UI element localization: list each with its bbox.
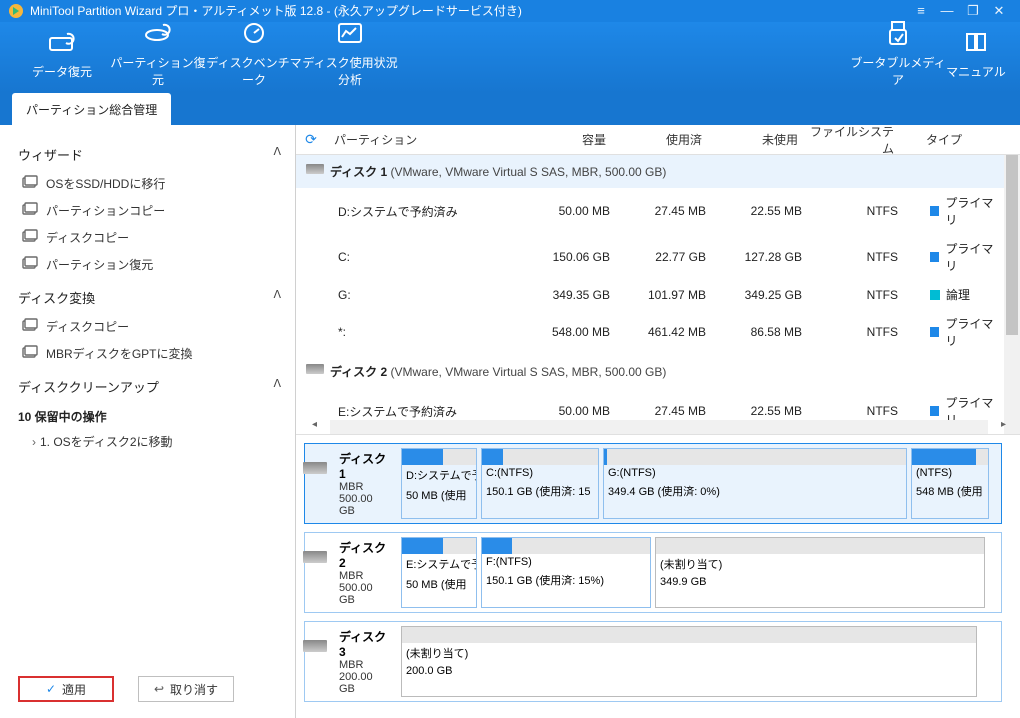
chevron-up-icon: ᐱ — [273, 377, 281, 396]
maximize-button[interactable]: ❐ — [960, 3, 986, 19]
wizard-item-3[interactable]: パーティション復元 — [18, 251, 281, 278]
partition-row[interactable]: F:150.06 GB22.77 GB127.28 GBNTFSプライマリ — [296, 434, 1020, 435]
partition-box[interactable]: E:システムで予50 MB (使用 — [401, 537, 477, 608]
col-partition: パーティション — [326, 131, 506, 148]
disk-map: ディスク 1MBR500.00 GBD:システムで予50 MB (使用C:(NT… — [296, 435, 1020, 718]
disk-card[interactable]: ディスク 3MBR200.00 GB(未割り当て)200.0 GB — [304, 621, 1002, 702]
main-toolbar: データ復元 パーティション復元 ディスクベンチマーク ディスク使用状況分析 ブー… — [0, 22, 1020, 93]
refresh-icon[interactable]: ⟳ — [296, 131, 326, 148]
tool-label: ディスクベンチマーク — [206, 54, 302, 88]
disk-icon — [303, 640, 327, 652]
convert-item-1[interactable]: MBRディスクをGPTに変換 — [18, 340, 281, 367]
partition-row[interactable]: D:システムで予約済み50.00 MB27.45 MB22.55 MBNTFSプ… — [296, 188, 1020, 234]
table-header: ⟳ パーティション 容量 使用済 未使用 ファイルシステム タイプ — [296, 125, 1020, 155]
partition-row[interactable]: *:548.00 MB461.42 MB86.58 MBNTFSプライマリ — [296, 309, 1020, 355]
group-label: ディスク変換 — [18, 288, 95, 307]
tool-benchmark[interactable]: ディスクベンチマーク — [206, 22, 302, 88]
tool-label: パーティション復元 — [110, 54, 206, 88]
minimize-button[interactable]: — — [934, 3, 960, 18]
disk-icon — [306, 364, 324, 374]
wizard-item-0[interactable]: OSをSSD/HDDに移行 — [18, 170, 281, 197]
chevron-up-icon: ᐱ — [273, 288, 281, 307]
disk-icon — [306, 164, 324, 174]
manual-icon — [962, 31, 990, 53]
group-wizard[interactable]: ウィザード ᐱ — [18, 135, 281, 170]
partition-recovery-icon — [144, 22, 172, 44]
group-convert[interactable]: ディスク変換 ᐱ — [18, 278, 281, 313]
tool-label: ディスク使用状況分析 — [302, 54, 398, 88]
bootable-icon — [884, 22, 912, 44]
tabstrip: パーティション総合管理 — [0, 93, 1020, 125]
partition-row[interactable]: C:150.06 GB22.77 GB127.28 GBNTFSプライマリ — [296, 234, 1020, 280]
menu-icon[interactable]: ≡ — [908, 3, 934, 18]
partition-list: ディスク 1 (VMware, VMware Virtual S SAS, MB… — [296, 155, 1020, 435]
action-icon — [22, 175, 38, 189]
pending-ops-header: 10 保留中の操作 — [18, 402, 281, 429]
partition-box[interactable]: D:システムで予50 MB (使用 — [401, 448, 477, 519]
partition-box[interactable]: (未割り当て)200.0 GB — [401, 626, 977, 697]
horizontal-scrollbar[interactable] — [330, 420, 988, 434]
disk-card[interactable]: ディスク 1MBR500.00 GBD:システムで予50 MB (使用C:(NT… — [304, 443, 1002, 524]
tool-label: ブータブルメディア — [850, 54, 946, 88]
tool-data-recovery[interactable]: データ復元 — [14, 31, 110, 80]
group-label: ウィザード — [18, 145, 83, 164]
pending-item[interactable]: ›1. OSをディスク2に移動 — [18, 429, 281, 454]
tab-partition-management[interactable]: パーティション総合管理 — [12, 93, 171, 125]
partition-box[interactable]: (NTFS)548 MB (使用 — [911, 448, 989, 519]
disk-icon — [303, 551, 327, 563]
disk-header-row[interactable]: ディスク 2 (VMware, VMware Virtual S SAS, MB… — [296, 355, 1020, 388]
group-cleanup[interactable]: ディスククリーンアップ ᐱ — [18, 367, 281, 402]
undo-button[interactable]: ↩取り消す — [138, 676, 234, 702]
vertical-scrollbar[interactable] — [1004, 155, 1020, 434]
close-button[interactable]: ✕ — [986, 3, 1012, 19]
data-recovery-icon — [48, 31, 76, 53]
action-icon — [22, 229, 38, 243]
sidebar: ウィザード ᐱ OSをSSD/HDDに移行パーティションコピーディスクコピーパーテ… — [0, 125, 296, 718]
chevron-up-icon: ᐱ — [273, 145, 281, 164]
disk-icon — [303, 462, 327, 474]
wizard-item-2[interactable]: ディスクコピー — [18, 224, 281, 251]
partition-row[interactable]: G:349.35 GB101.97 MB349.25 GBNTFS論理 — [296, 280, 1020, 309]
benchmark-icon — [240, 22, 268, 44]
col-type: タイプ — [918, 131, 998, 148]
tool-label: マニュアル — [946, 63, 1006, 80]
action-icon — [22, 318, 38, 332]
tool-disk-usage[interactable]: ディスク使用状況分析 — [302, 22, 398, 88]
group-label: ディスククリーンアップ — [18, 377, 159, 396]
action-icon — [22, 202, 38, 216]
partition-box[interactable]: (未割り当て)349.9 GB — [655, 537, 985, 608]
col-filesystem: ファイルシステム — [798, 125, 918, 157]
col-capacity: 容量 — [506, 131, 606, 148]
tool-partition-recovery[interactable]: パーティション復元 — [110, 22, 206, 88]
app-logo-icon — [8, 3, 24, 19]
tool-label: データ復元 — [32, 63, 92, 80]
convert-item-0[interactable]: ディスクコピー — [18, 313, 281, 340]
disk-usage-icon — [336, 22, 364, 44]
disk-header-row[interactable]: ディスク 1 (VMware, VMware Virtual S SAS, MB… — [296, 155, 1020, 188]
col-free: 未使用 — [702, 131, 798, 148]
action-icon — [22, 256, 38, 270]
titlebar: MiniTool Partition Wizard プロ・アルティメット版 12… — [0, 0, 1020, 22]
apply-button[interactable]: ✓適用 — [18, 676, 114, 702]
disk-card[interactable]: ディスク 2MBR500.00 GBE:システムで予50 MB (使用F:(NT… — [304, 532, 1002, 613]
tool-bootable[interactable]: ブータブルメディア — [850, 22, 946, 88]
col-used: 使用済 — [606, 131, 702, 148]
action-icon — [22, 345, 38, 359]
partition-box[interactable]: C:(NTFS)150.1 GB (使用済: 15 — [481, 448, 599, 519]
wizard-item-1[interactable]: パーティションコピー — [18, 197, 281, 224]
tool-manual[interactable]: マニュアル — [946, 31, 1006, 80]
partition-box[interactable]: F:(NTFS)150.1 GB (使用済: 15%) — [481, 537, 651, 608]
app-title: MiniTool Partition Wizard プロ・アルティメット版 12… — [30, 2, 522, 19]
partition-box[interactable]: G:(NTFS)349.4 GB (使用済: 0%) — [603, 448, 907, 519]
